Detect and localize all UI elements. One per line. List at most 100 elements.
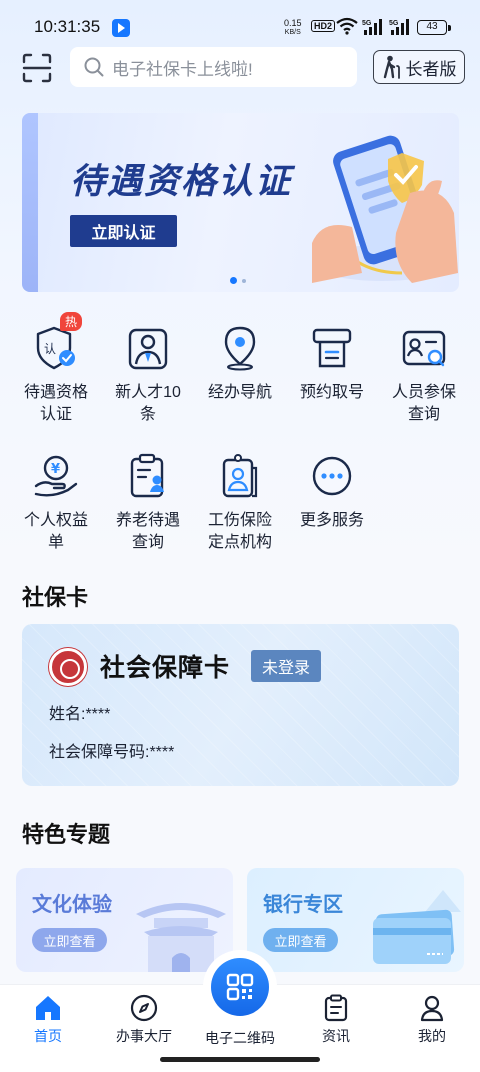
service-label-line: 单: [47, 534, 64, 551]
service-label-line: 个人权益: [23, 512, 88, 529]
social-card-section-title: 社保卡: [22, 585, 89, 610]
feature-bank-card[interactable]: 银行专区 立即查看: [247, 868, 464, 972]
social-security-logo-icon: [49, 648, 87, 686]
svg-text:认: 认: [44, 342, 56, 356]
nav-qr-code-label-wrap[interactable]: 电子二维码: [192, 1025, 288, 1048]
scan-icon[interactable]: [22, 53, 52, 83]
nav-service-hall[interactable]: 办事大厅: [96, 993, 192, 1046]
notification-app-icon: [112, 19, 130, 37]
svc-icon-wrap: [308, 324, 356, 372]
shield-check-icon: 认: [36, 326, 75, 370]
nav-mine[interactable]: 我的: [384, 993, 480, 1046]
feature-culture-title: 文化体验: [32, 894, 112, 916]
phone-certification-illustration: [312, 135, 458, 283]
social-security-card[interactable]: 社会保障卡 未登录 姓名:**** 社会保障号码:****: [22, 624, 459, 786]
promo-banner[interactable]: 待遇资格认证 立即认证: [22, 113, 459, 292]
login-status-badge[interactable]: 未登录: [251, 650, 321, 682]
pagination-dot: [242, 278, 246, 283]
banner-title: 待遇资格认证: [70, 162, 293, 201]
card-name-row: 姓名:****: [49, 700, 110, 724]
network-speed-unit: KB/S: [284, 29, 301, 36]
search-input[interactable]: 电子社保卡上线啦!: [70, 47, 357, 87]
qr-code-button[interactable]: [203, 950, 277, 1024]
card-title: 社会保障卡: [100, 653, 231, 682]
service-label: 预约取号: [286, 382, 378, 404]
service-label-line: 更多服务: [299, 512, 364, 529]
hospital-badge-icon: [222, 454, 258, 498]
clipboard-icon: [324, 994, 348, 1022]
service-label-line: 人员参保: [391, 384, 456, 401]
service-personal-rights[interactable]: ¥ 个人权益 单: [10, 452, 102, 554]
signal-icon-1: 5G: [362, 19, 382, 35]
signal-icon-2: 5G: [389, 19, 409, 35]
service-benefit-certification[interactable]: 认 热 待遇资格 认证: [10, 312, 102, 426]
banner-edge-decoration: [22, 113, 38, 292]
service-injury-institutions[interactable]: 工伤保险 定点机构: [194, 452, 286, 554]
banner-pagination: [230, 277, 246, 284]
user-icon: [420, 995, 444, 1022]
hd-voice-icon: HD2: [311, 20, 336, 32]
nav-news[interactable]: 资讯: [288, 993, 384, 1046]
svc-icon-wrap: [216, 324, 264, 372]
service-appointment-ticket[interactable]: 预约取号: [286, 324, 378, 404]
nav-qr-code-label: 电子二维码: [205, 1030, 275, 1046]
banner-certify-button[interactable]: 立即认证: [70, 215, 177, 247]
network-speed: 0.15 KB/S: [284, 19, 302, 37]
feature-culture-button[interactable]: 立即查看: [32, 928, 107, 952]
search-icon: [84, 57, 104, 77]
service-insured-query[interactable]: 人员参保 查询: [378, 324, 470, 426]
service-label-line: 经办导航: [207, 384, 272, 401]
service-new-talent[interactable]: 新人才10 条: [102, 324, 194, 426]
qr-code-button-inner: [211, 958, 269, 1016]
feature-culture-card[interactable]: 文化体验 立即查看: [16, 868, 233, 972]
home-indicator[interactable]: [160, 1057, 320, 1062]
svc-icon-wrap: [308, 452, 356, 500]
feature-bank-button[interactable]: 立即查看: [263, 928, 338, 952]
wifi-icon: [336, 17, 358, 35]
svc-icon-wrap: ¥: [32, 452, 80, 500]
more-dots-icon: [312, 456, 352, 496]
service-label-line: 新人才10: [115, 384, 181, 401]
service-office-navigation[interactable]: 经办导航: [194, 324, 286, 404]
location-pin-icon: [224, 326, 256, 371]
card-number-row: 社会保障号码:****: [49, 738, 174, 762]
ticket-machine-icon: [312, 328, 352, 368]
pagination-dot-active: [230, 277, 237, 284]
clipboard-person-icon: [130, 453, 164, 498]
nav-home-label: 首页: [34, 1028, 62, 1044]
nav-service-hall-label: 办事大厅: [116, 1028, 172, 1044]
service-label-line: 定点机构: [207, 534, 272, 551]
bank-card-illustration: [373, 890, 461, 964]
network-speed-value: 0.15: [284, 18, 302, 28]
search-placeholder: 电子社保卡上线啦!: [112, 59, 253, 79]
svg-text:¥: ¥: [51, 462, 60, 477]
qr-code-icon: [226, 973, 254, 1001]
service-label: 待遇资格 认证: [10, 382, 102, 426]
compass-icon: [130, 994, 158, 1022]
person-badge-icon: [128, 328, 168, 370]
service-more[interactable]: 更多服务: [286, 452, 378, 532]
featured-section-title: 特色专题: [22, 822, 111, 847]
nav-home[interactable]: 首页: [0, 993, 96, 1046]
service-pension-query[interactable]: 养老待遇 查询: [102, 452, 194, 554]
svc-icon-wrap: [124, 324, 172, 372]
hand-coin-icon: ¥: [34, 455, 78, 497]
svc-icon-wrap: [400, 324, 448, 372]
card-number-label: 社会保障号码:: [49, 744, 150, 761]
header: 电子社保卡上线啦! 长者版: [0, 46, 480, 88]
svc-icon-wrap: [124, 452, 172, 500]
elder-mode-button[interactable]: 长者版: [373, 50, 465, 84]
battery-icon: 43: [417, 20, 451, 35]
service-label-line: 条: [139, 406, 156, 423]
service-label-line: 养老待遇: [115, 512, 180, 529]
home-icon: [36, 996, 60, 1020]
feature-bank-title: 银行专区: [263, 894, 343, 916]
id-card-search-icon: [402, 330, 446, 367]
svc-icon-wrap: 认 热: [32, 312, 83, 372]
card-number-value: ****: [149, 744, 175, 761]
service-label: 经办导航: [194, 382, 286, 404]
elder-mode-label: 长者版: [405, 59, 457, 79]
service-label: 养老待遇 查询: [102, 510, 194, 554]
service-label-line: 待遇资格: [23, 384, 88, 401]
service-label-line: 预约取号: [299, 384, 364, 401]
